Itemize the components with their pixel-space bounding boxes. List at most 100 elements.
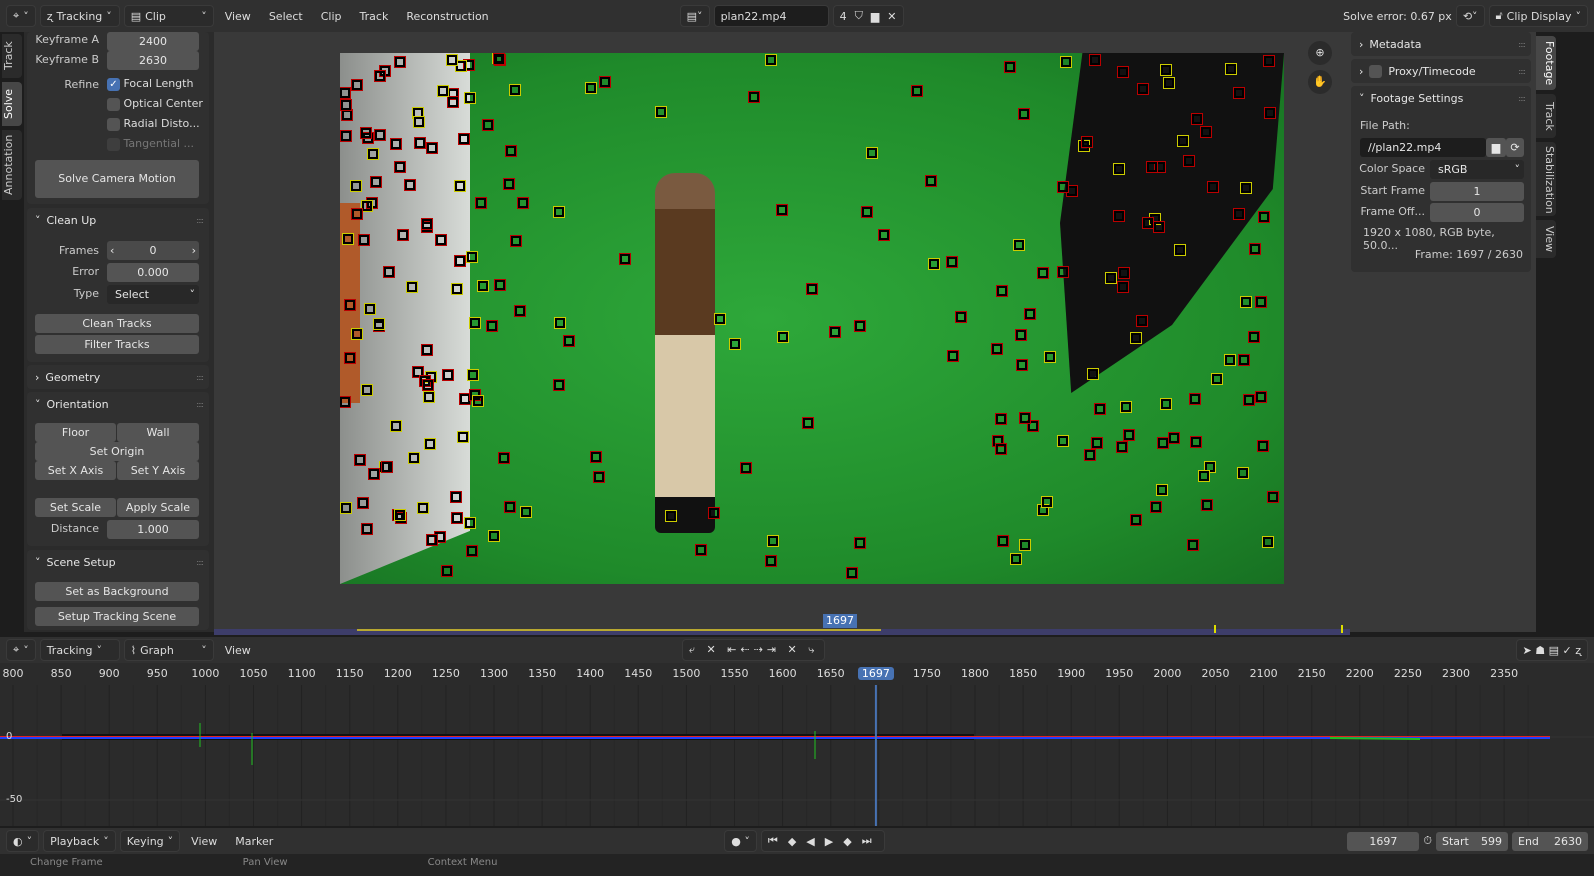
menu-view[interactable]: View xyxy=(218,10,258,23)
filter-tracks-button[interactable]: Filter Tracks xyxy=(35,335,199,354)
floor-button[interactable]: Floor xyxy=(35,423,116,442)
tab-view[interactable]: View xyxy=(1536,220,1556,258)
clip-users-count[interactable]: 4 ⛉ ▆ ✕ xyxy=(832,5,904,27)
track-marker[interactable] xyxy=(422,378,435,391)
reload-icon[interactable]: ⟳ xyxy=(1506,138,1524,157)
track-marker[interactable] xyxy=(351,328,364,341)
track-marker[interactable] xyxy=(447,95,460,108)
track-marker[interactable] xyxy=(1056,180,1069,193)
track-marker[interactable] xyxy=(1044,351,1057,364)
set-origin-button[interactable]: Set Origin xyxy=(35,442,199,461)
apply-scale-button[interactable]: Apply Scale xyxy=(117,498,199,517)
track-marker[interactable] xyxy=(350,79,363,92)
track-marker[interactable] xyxy=(995,284,1008,297)
track-marker[interactable] xyxy=(1149,501,1162,514)
stopwatch-icon[interactable]: ⏱ xyxy=(1423,834,1432,848)
track-marker[interactable] xyxy=(465,545,478,558)
track-marker[interactable] xyxy=(463,58,476,71)
track-marker[interactable] xyxy=(477,280,490,293)
track-marker[interactable] xyxy=(1173,243,1186,256)
proxy-checkbox[interactable] xyxy=(1369,64,1383,78)
track-marker[interactable] xyxy=(472,395,485,408)
track-marker[interactable] xyxy=(1009,552,1022,565)
track-marker[interactable] xyxy=(340,99,352,112)
track-marker[interactable] xyxy=(1163,76,1176,89)
track-marker[interactable] xyxy=(990,343,1003,356)
distance-field[interactable]: 1.000 xyxy=(107,520,199,539)
track-marker[interactable] xyxy=(497,452,510,465)
track-marker[interactable] xyxy=(1013,238,1026,251)
track-marker[interactable] xyxy=(1018,412,1031,425)
track-marker[interactable] xyxy=(1155,484,1168,497)
track-marker[interactable] xyxy=(513,305,526,318)
track-marker[interactable] xyxy=(1018,108,1031,121)
track-marker[interactable] xyxy=(457,430,470,443)
track-marker[interactable] xyxy=(516,196,529,209)
start-frame-field[interactable]: Start 599 xyxy=(1436,831,1508,851)
track-marker[interactable] xyxy=(413,136,426,149)
track-marker[interactable] xyxy=(924,175,937,188)
track-marker[interactable] xyxy=(1104,271,1117,284)
track-marker[interactable] xyxy=(1190,436,1203,449)
track-marker[interactable] xyxy=(340,395,352,408)
record-button[interactable]: ● ˅ xyxy=(724,830,757,852)
track-marker[interactable] xyxy=(408,451,421,464)
open-folder-icon[interactable]: ▆ xyxy=(871,10,879,23)
track-marker[interactable] xyxy=(853,537,866,550)
track-marker[interactable] xyxy=(845,566,858,579)
menu-clip[interactable]: Clip xyxy=(314,10,349,23)
track-marker[interactable] xyxy=(494,279,507,292)
track-marker[interactable] xyxy=(396,229,409,242)
track-marker[interactable] xyxy=(421,218,434,231)
track-marker[interactable] xyxy=(1239,181,1252,194)
track-marker[interactable] xyxy=(390,138,403,151)
track-marker[interactable] xyxy=(1091,436,1104,449)
focal-length-checkbox[interactable]: ✓ Focal Length xyxy=(107,77,193,91)
set-x-axis-button[interactable]: Set X Axis xyxy=(35,461,116,480)
jump-start-icon[interactable]: ⏮ xyxy=(768,834,784,848)
geometry-header[interactable]: › Geometry:::: xyxy=(27,365,209,389)
footage-frame[interactable] xyxy=(340,53,1284,584)
track-marker[interactable] xyxy=(1237,467,1250,480)
track-marker[interactable] xyxy=(394,160,407,173)
tab-stabilization[interactable]: Stabilization xyxy=(1536,142,1556,216)
track-marker[interactable] xyxy=(1112,210,1125,223)
close-icon[interactable]: ✕ xyxy=(887,10,896,23)
track-marker[interactable] xyxy=(655,106,668,119)
track-marker[interactable] xyxy=(357,233,370,246)
track-marker[interactable] xyxy=(426,141,439,154)
graph-filter-toggles[interactable]: ➤ ☗ ▤ ✓ ʐ xyxy=(1515,639,1588,661)
track-marker[interactable] xyxy=(1266,490,1279,503)
track-marker[interactable] xyxy=(366,148,379,161)
tab-track[interactable]: Track xyxy=(2,34,22,78)
workspace-dropdown[interactable]: ʐ Tracking ˅ xyxy=(39,5,120,27)
keyframe-b-field[interactable]: 2630 xyxy=(107,51,199,70)
track-marker[interactable] xyxy=(367,468,380,481)
track-marker[interactable] xyxy=(437,84,450,97)
frame-scrubber[interactable] xyxy=(214,625,1350,635)
track-marker[interactable] xyxy=(1261,536,1274,549)
track-marker[interactable] xyxy=(1263,106,1276,119)
track-marker[interactable] xyxy=(403,178,416,191)
metadata-panel[interactable]: › Metadata:::: xyxy=(1351,32,1531,56)
track-marker[interactable] xyxy=(349,179,362,192)
track-marker[interactable] xyxy=(1081,135,1094,148)
graph-editor-type-button[interactable]: ⌖ ˅ xyxy=(6,639,36,661)
editor-type-button[interactable]: ⌖ ˅ xyxy=(6,5,36,27)
track-marker[interactable] xyxy=(381,460,394,473)
track-marker[interactable] xyxy=(463,91,476,104)
track-marker[interactable] xyxy=(1118,266,1131,279)
track-marker[interactable] xyxy=(1183,154,1196,167)
track-marker[interactable] xyxy=(383,266,396,279)
track-marker[interactable] xyxy=(1160,398,1173,411)
track-marker[interactable] xyxy=(1023,307,1036,320)
track-marker[interactable] xyxy=(806,282,819,295)
keyframe-a-field[interactable]: 2400 xyxy=(107,32,199,51)
clean-tracks-button[interactable]: Clean Tracks xyxy=(35,314,199,333)
error-field[interactable]: 0.000 xyxy=(107,263,199,282)
zoom-icon[interactable]: ⊕ xyxy=(1308,41,1332,65)
color-space-dropdown[interactable]: sRGB ˅ xyxy=(1430,160,1524,179)
next-keyframe-icon[interactable]: ◆ xyxy=(843,835,857,848)
track-marker[interactable] xyxy=(1176,135,1189,148)
graph-workspace-dropdown[interactable]: Tracking ˅ xyxy=(39,639,120,661)
